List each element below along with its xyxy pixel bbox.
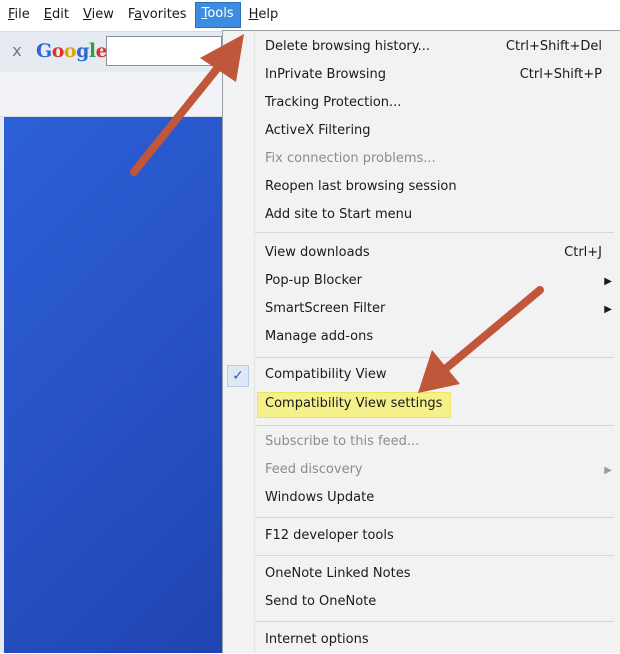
submenu-arrow-icon: ▶ [604, 465, 612, 476]
close-icon[interactable]: x [8, 41, 26, 61]
menu-view-mnemonic: V [82, 7, 92, 22]
menu-item-label: Windows Update [265, 490, 375, 505]
menu-item-label: Compatibility View settings [265, 396, 443, 411]
menu-separator [255, 357, 614, 358]
menu-item-label: Internet options [265, 632, 369, 647]
google-search-input[interactable] [106, 36, 222, 66]
menu-favorites-label: vorites [142, 7, 187, 22]
menu-item-label: Manage add-ons [265, 329, 374, 344]
menu-item-reopen-last-session[interactable]: Reopen last browsing session [255, 175, 620, 201]
menu-item-label: Fix connection problems... [265, 151, 436, 166]
menu-separator [255, 517, 614, 518]
menu-help[interactable]: Help [243, 3, 285, 27]
menu-item-label: Delete browsing history... [265, 39, 431, 54]
menu-file[interactable]: File [2, 3, 36, 27]
menu-item-label: Pop-up Blocker [265, 273, 362, 288]
menu-item-label: Reopen last browsing session [265, 179, 457, 194]
checkmark-icon: ✓ [227, 365, 249, 387]
menu-favorites[interactable]: Favorites [122, 3, 193, 27]
logo-letter: G [36, 40, 52, 62]
menu-item-label: SmartScreen Filter [265, 301, 386, 316]
menu-item-onenote-linked-notes[interactable]: OneNote Linked Notes [255, 562, 620, 588]
menu-edit-mnemonic: E [43, 7, 52, 22]
menu-view[interactable]: View [77, 3, 120, 27]
menu-separator [255, 232, 614, 233]
menu-item-popup-blocker[interactable]: Pop-up Blocker ▶ [255, 269, 620, 295]
menu-icon-gutter [223, 31, 255, 653]
menu-item-shortcut: Ctrl+Shift+Del [505, 39, 602, 54]
menu-tools[interactable]: Tools [194, 2, 241, 28]
google-logo: Google [36, 39, 108, 63]
menu-item-tracking-protection[interactable]: Tracking Protection... [255, 91, 620, 117]
menu-help-label: elp [258, 7, 279, 22]
menu-separator [255, 425, 614, 426]
menu-tools-label: ools [207, 6, 234, 21]
menu-item-internet-options[interactable]: Internet options [255, 628, 620, 654]
menu-item-compatibility-view-settings[interactable]: Compatibility View settings [255, 392, 620, 418]
menu-bar: File Edit View Favorites Tools Help [0, 0, 620, 30]
menu-item-inprivate-browsing[interactable]: InPrivate Browsing Ctrl+Shift+P [255, 63, 620, 89]
menu-item-fix-connection-problems: Fix connection problems... [255, 147, 620, 173]
logo-letter: o [51, 40, 65, 62]
menu-item-label: Send to OneNote [265, 594, 377, 609]
menu-favorites-mnemonic: a [134, 7, 143, 22]
menu-item-f12-developer-tools[interactable]: F12 developer tools [255, 524, 620, 550]
menu-item-smartscreen-filter[interactable]: SmartScreen Filter ▶ [255, 297, 620, 323]
menu-item-delete-browsing-history[interactable]: Delete browsing history... Ctrl+Shift+De… [255, 35, 620, 61]
menu-item-label: Feed discovery [265, 462, 363, 477]
menu-view-label: iew [91, 7, 114, 22]
menu-item-label: Compatibility View [265, 367, 387, 382]
menu-item-feed-discovery: Feed discovery ▶ [255, 458, 620, 484]
menu-edit-label: dit [52, 7, 69, 22]
menu-item-activex-filtering[interactable]: ActiveX Filtering [255, 119, 620, 145]
menu-item-add-site-to-start[interactable]: Add site to Start menu [255, 203, 620, 229]
menu-item-label: F12 developer tools [265, 528, 394, 543]
menu-item-label: Tracking Protection... [265, 95, 402, 110]
menu-item-label: OneNote Linked Notes [265, 566, 411, 581]
menu-item-subscribe-to-feed: Subscribe to this feed... [255, 430, 620, 456]
menu-item-view-downloads[interactable]: View downloads Ctrl+J [255, 241, 620, 267]
menu-item-shortcut: Ctrl+Shift+P [519, 67, 602, 82]
menu-item-send-to-onenote[interactable]: Send to OneNote [255, 590, 620, 616]
tools-dropdown-menu: Delete browsing history... Ctrl+Shift+De… [222, 30, 620, 653]
menu-edit[interactable]: Edit [38, 3, 75, 27]
menu-file-label: ile [14, 7, 30, 22]
menu-help-mnemonic: H [248, 7, 259, 22]
submenu-arrow-icon: ▶ [604, 276, 612, 287]
menu-item-label: Add site to Start menu [265, 207, 413, 222]
menu-item-windows-update[interactable]: Windows Update [255, 486, 620, 512]
menu-item-label: View downloads [265, 245, 370, 260]
command-bar [0, 72, 228, 117]
menu-separator [255, 621, 614, 622]
logo-letter: l [88, 40, 96, 62]
logo-letter: o [63, 40, 77, 62]
menu-item-label: InPrivate Browsing [265, 67, 386, 82]
menu-item-label: Subscribe to this feed... [265, 434, 420, 449]
menu-separator [255, 555, 614, 556]
page-content-area [4, 117, 228, 653]
menu-item-compatibility-view[interactable]: Compatibility View [255, 363, 620, 389]
google-toolbar: x Google [0, 31, 228, 72]
submenu-arrow-icon: ▶ [604, 304, 612, 315]
menu-item-label: ActiveX Filtering [265, 123, 371, 138]
menu-item-manage-addons[interactable]: Manage add-ons [255, 325, 620, 351]
menu-item-shortcut: Ctrl+J [564, 245, 602, 260]
logo-letter: g [76, 40, 89, 62]
